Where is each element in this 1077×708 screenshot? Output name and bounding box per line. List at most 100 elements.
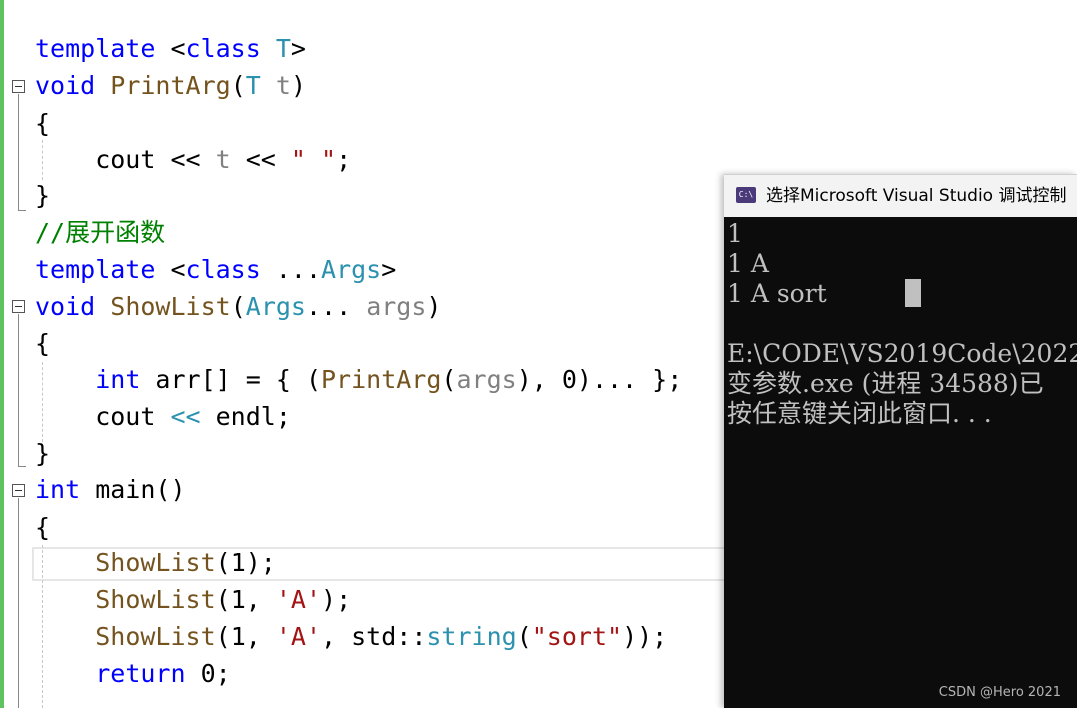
code-token: int <box>95 365 141 394</box>
code-token: << <box>170 402 201 431</box>
code-line: { <box>35 510 50 546</box>
code-token: class <box>185 255 261 284</box>
code-token: { <box>35 329 51 358</box>
code-token: ... <box>260 255 322 284</box>
code-token: cout <box>35 402 171 431</box>
code-token: (1, <box>215 622 276 651</box>
code-token: arr[] = { ( <box>140 365 321 394</box>
code-token: template <box>35 34 156 63</box>
fold-end <box>18 466 26 467</box>
code-token: PrintArg <box>321 365 442 394</box>
code-token: , std:: <box>321 622 427 651</box>
fold-line <box>18 94 19 210</box>
code-token: << <box>230 145 291 174</box>
code-line: { <box>35 106 50 142</box>
code-token: "sort" <box>531 622 623 651</box>
code-token: ShowList <box>95 622 216 651</box>
code-token: < <box>155 34 186 63</box>
code-line: cout << t << " "; <box>35 142 351 178</box>
console-line: 按任意键关闭此窗口. . . <box>727 399 992 428</box>
collapse-showlist-icon[interactable] <box>12 300 25 313</box>
code-line: template <class T> <box>35 31 306 67</box>
code-token: T <box>245 71 261 100</box>
change-tracking-bar <box>0 0 4 708</box>
code-token: //展开函数 <box>35 218 166 247</box>
debug-console-window[interactable]: C:\ 选择Microsoft Visual Studio 调试控制 11 A1… <box>724 174 1077 708</box>
code-token: class <box>185 34 261 63</box>
console-line: 1 A <box>727 249 769 278</box>
code-line: //展开函数 <box>35 215 165 251</box>
console-line: 1 A sort <box>727 279 827 308</box>
code-token: ( <box>516 622 532 651</box>
code-token: ( <box>230 292 246 321</box>
fold-line <box>18 498 19 708</box>
code-token: main() <box>80 475 186 504</box>
console-cursor <box>905 279 921 307</box>
code-token: void <box>35 292 96 321</box>
code-token: t <box>215 145 231 174</box>
code-token: " " <box>290 145 337 174</box>
console-line: E:\CODE\VS2019Code\2022_ <box>727 339 1077 368</box>
console-line: 变参数.exe (进程 34588)已 <box>727 369 1044 398</box>
code-token: void <box>35 71 96 100</box>
code-token: Args <box>321 255 382 284</box>
code-token: template <box>35 255 156 284</box>
console-app-icon: C:\ <box>736 187 756 203</box>
code-line: ShowList(1); <box>35 545 276 581</box>
code-token: { <box>35 109 51 138</box>
code-token: 0; <box>185 659 231 688</box>
code-token: ShowList <box>110 292 231 321</box>
code-token: ShowList <box>95 585 216 614</box>
code-line: int arr[] = { (PrintArg(args), 0)... }; <box>35 362 682 398</box>
code-token: ); <box>321 585 352 614</box>
code-line: { <box>35 326 50 362</box>
code-line: template <class ...Args> <box>35 252 396 288</box>
code-token: args <box>456 365 517 394</box>
watermark: CSDN @Hero 2021 <box>938 685 1061 700</box>
code-token: ), 0)... }; <box>516 365 683 394</box>
code-token: 'A' <box>275 585 322 614</box>
code-token: T <box>275 34 291 63</box>
console-title-bar[interactable]: C:\ 选择Microsoft Visual Studio 调试控制 <box>724 174 1077 217</box>
code-token: ... <box>305 292 367 321</box>
code-token: 'A' <box>275 622 322 651</box>
code-line: ShowList(1, 'A'); <box>35 582 351 618</box>
console-line: 1 <box>727 219 743 248</box>
code-line: int main() <box>35 472 186 508</box>
console-title: 选择Microsoft Visual Studio 调试控制 <box>766 186 1067 206</box>
code-token: ; <box>336 145 352 174</box>
code-token: Args <box>245 292 306 321</box>
code-token: { <box>35 513 51 542</box>
code-line: return 0; <box>35 656 231 692</box>
code-token: endl; <box>200 402 291 431</box>
code-line: ShowList(1, 'A', std::string("sort")); <box>35 619 667 655</box>
code-token: cout << <box>35 145 216 174</box>
code-token: } <box>35 181 51 210</box>
collapse-printarg-icon[interactable] <box>12 80 25 93</box>
fold-line <box>18 314 19 466</box>
code-line: void PrintArg(T t) <box>35 68 306 104</box>
code-token: string <box>426 622 517 651</box>
collapse-main-icon[interactable] <box>12 484 25 497</box>
code-token: > <box>381 255 397 284</box>
code-line: } <box>35 178 50 214</box>
code-token: PrintArg <box>110 71 231 100</box>
code-line: } <box>35 436 50 472</box>
code-token: )); <box>622 622 668 651</box>
code-line: cout << endl; <box>35 399 291 435</box>
code-token: > <box>290 34 306 63</box>
code-token: (1, <box>215 585 276 614</box>
code-line: void ShowList(Args... args) <box>35 289 441 325</box>
fold-end <box>18 210 26 211</box>
code-token: t <box>275 71 291 100</box>
code-token: } <box>35 439 51 468</box>
code-token: args <box>366 292 427 321</box>
